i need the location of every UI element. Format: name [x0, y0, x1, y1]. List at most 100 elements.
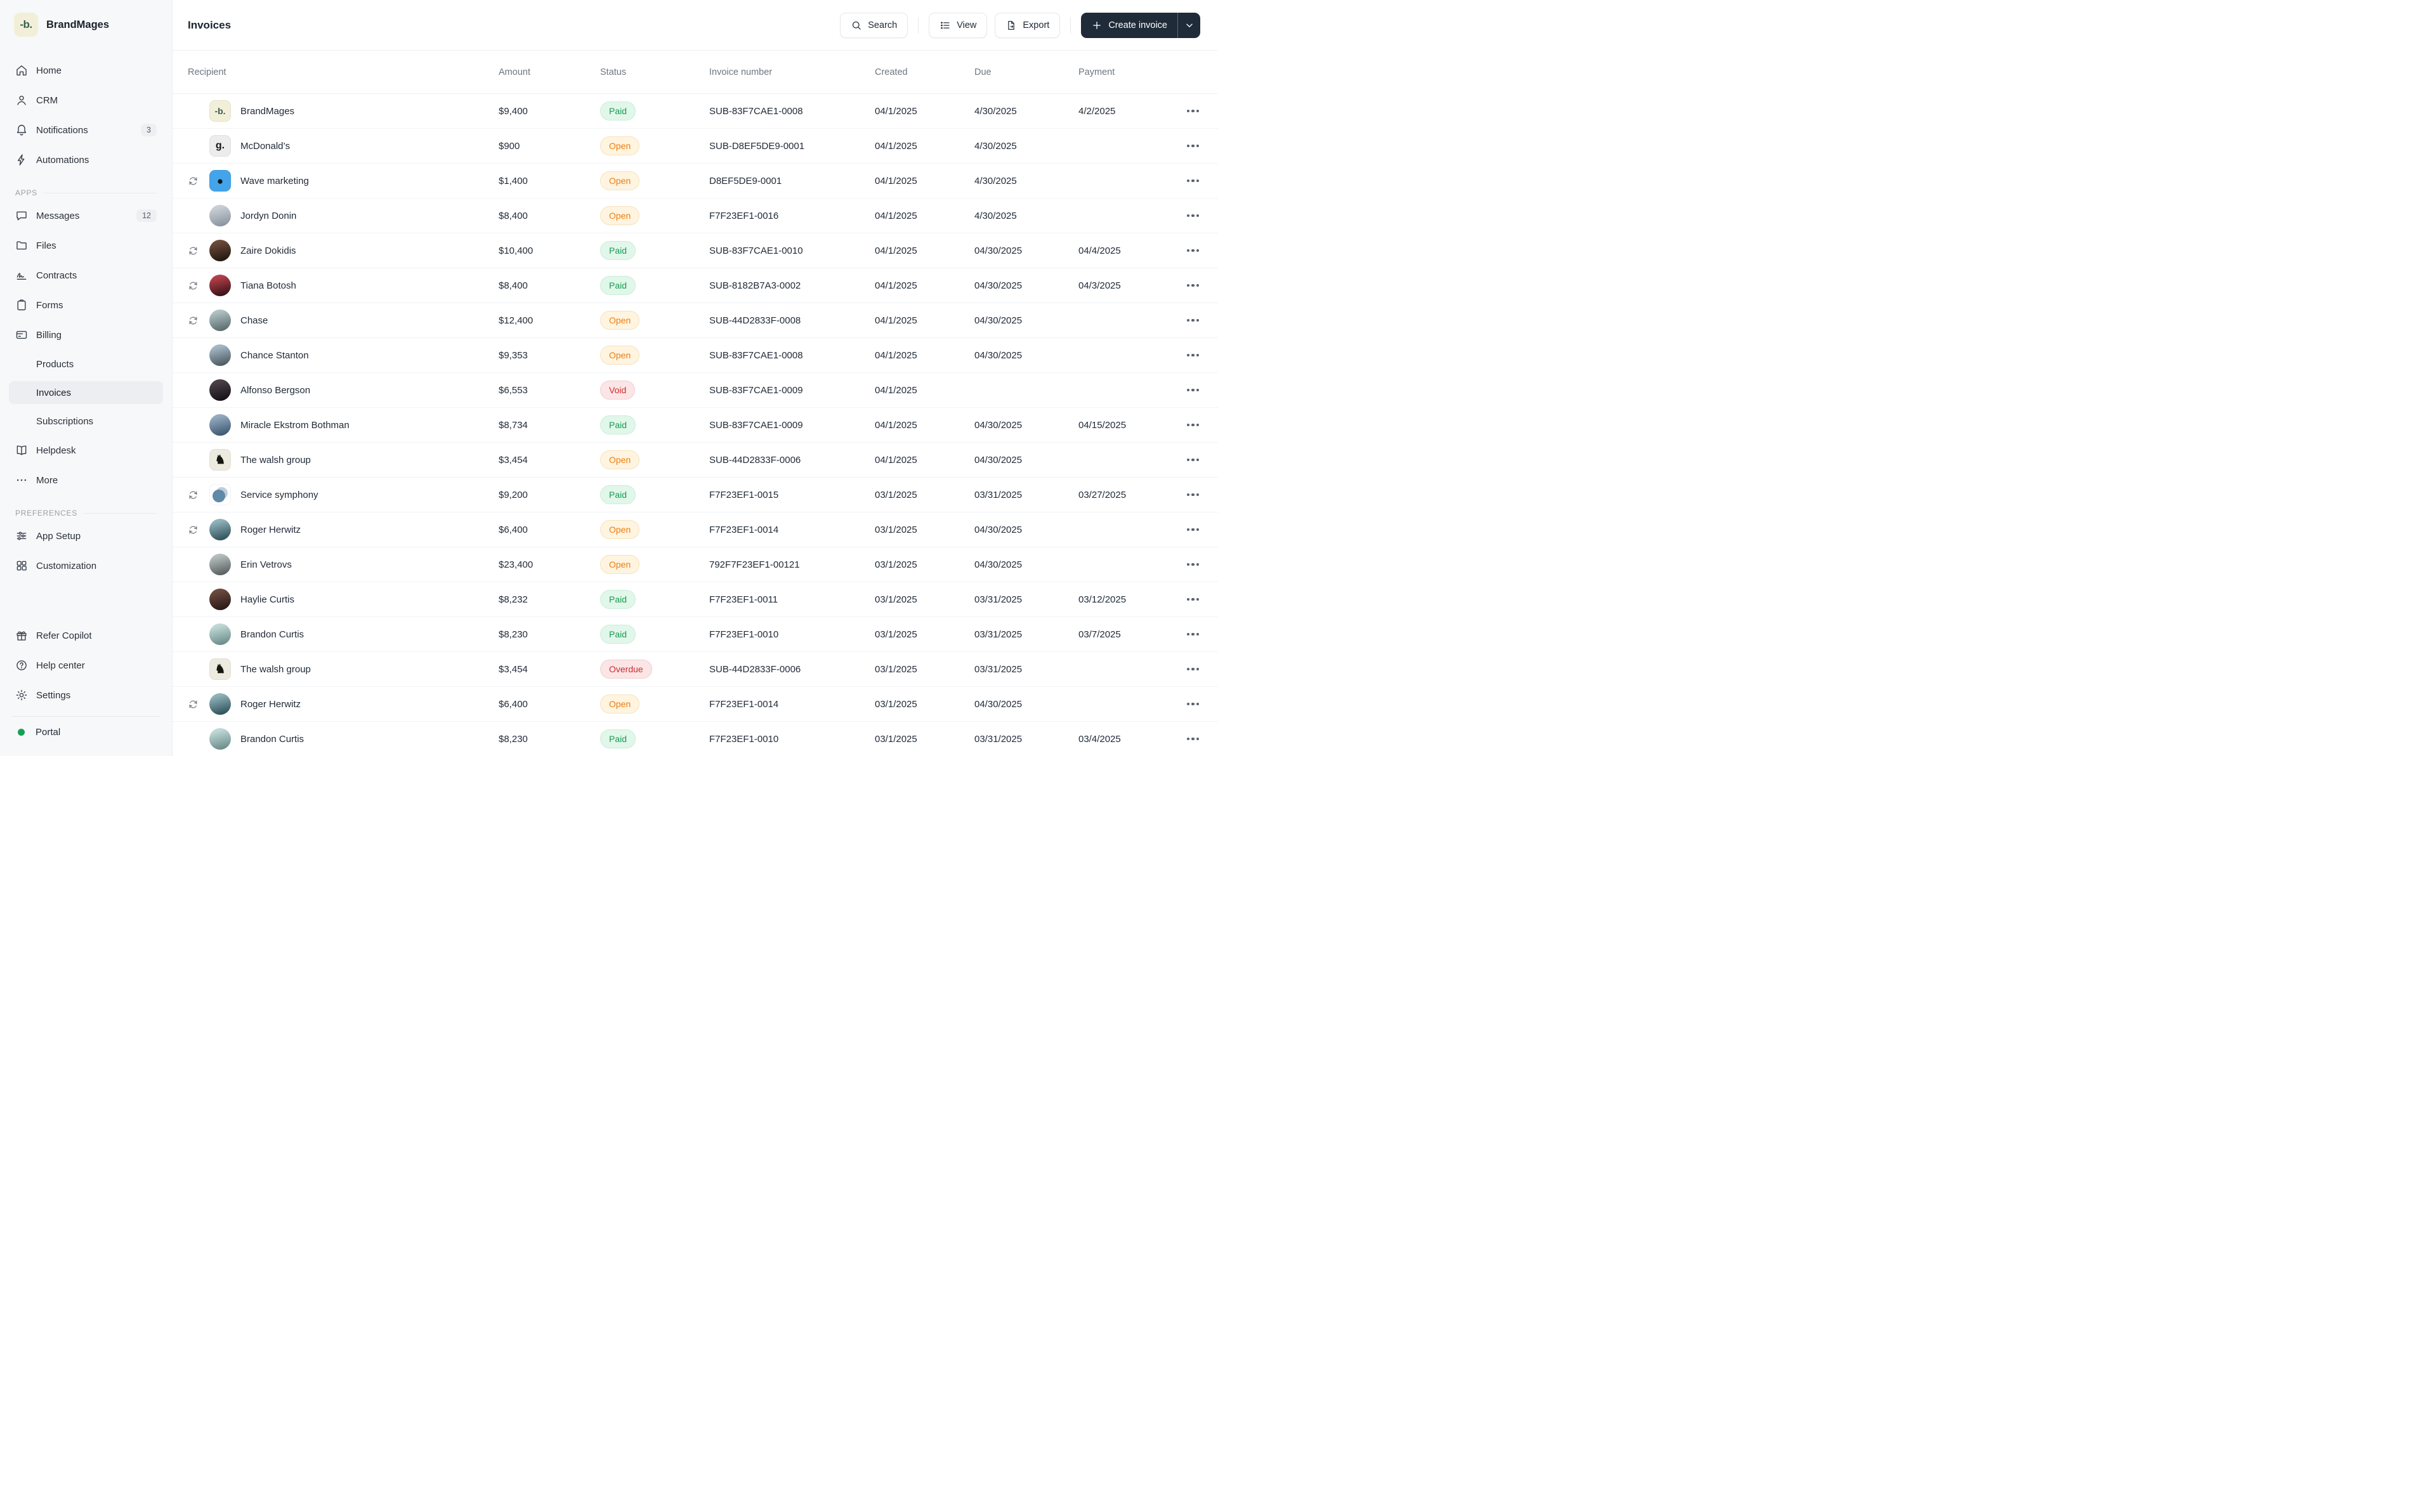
export-button[interactable]: Export — [995, 12, 1061, 38]
sidebar-item-app-setup[interactable]: App Setup — [9, 524, 163, 548]
table-row[interactable]: ♞ The walsh group $3,454 Open SUB-44D2833F-0… — [173, 443, 1218, 478]
row-menu-button[interactable] — [1186, 385, 1201, 396]
header-actions: Search View Export Create invoice — [840, 12, 1200, 38]
sidebar-item-contracts[interactable]: Contracts — [9, 263, 163, 287]
sidebar-subitem-products[interactable]: Products — [9, 353, 163, 375]
invoice-number: F7F23EF1-0016 — [709, 210, 779, 221]
actions-cell — [1186, 559, 1219, 570]
table-row[interactable]: Erin Vetrovs $23,400 Open 792F7F23EF1-00121… — [173, 547, 1218, 582]
status-cell: Open — [600, 520, 709, 539]
row-menu-button[interactable] — [1186, 141, 1201, 152]
row-menu-button[interactable] — [1186, 211, 1201, 221]
avatar — [209, 519, 231, 540]
sidebar-item-settings[interactable]: Settings — [9, 683, 163, 707]
row-menu-button[interactable] — [1186, 525, 1201, 535]
sidebar-item-notifications[interactable]: Notifications 3 — [9, 118, 163, 142]
row-menu-button[interactable] — [1186, 315, 1201, 326]
row-menu-button[interactable] — [1186, 490, 1201, 500]
table-row[interactable]: Tiana Botosh $8,400 Paid SUB-8182B7A3-0002 0… — [173, 268, 1218, 303]
table-row[interactable]: Roger Herwitz $6,400 Open F7F23EF1-0014 03/1… — [173, 512, 1218, 547]
table-row[interactable]: -b. BrandMages $9,400 Paid SUB-83F7CAE1-0008… — [173, 94, 1218, 129]
view-button[interactable]: View — [929, 12, 988, 38]
invoice-number: SUB-83F7CAE1-0008 — [709, 349, 803, 361]
app-name: BrandMages — [46, 18, 110, 30]
table-row[interactable]: Brandon Curtis $8,230 Paid F7F23EF1-0010 03/… — [173, 722, 1218, 756]
sidebar-subitem-invoices[interactable]: Invoices — [9, 381, 163, 404]
invoice-number: SUB-83F7CAE1-0010 — [709, 245, 803, 256]
sidebar-item-helpdesk[interactable]: Helpdesk — [9, 438, 163, 462]
sidebar-item-billing[interactable]: Billing — [9, 323, 163, 347]
status-badge: Paid — [600, 241, 636, 260]
actions-cell — [1186, 280, 1219, 291]
due-date: 04/30/2025 — [974, 315, 1023, 326]
sidebar-item-automations[interactable]: Automations — [9, 148, 163, 172]
table-row[interactable]: Service symphony $9,200 Paid F7F23EF1-0015 0… — [173, 478, 1218, 512]
recipient-cell: ♞ The walsh group — [173, 449, 499, 471]
row-menu-button[interactable] — [1186, 280, 1201, 291]
row-menu-button[interactable] — [1186, 455, 1201, 466]
actions-cell — [1186, 490, 1219, 500]
due-date: 04/30/2025 — [974, 454, 1023, 466]
table-row[interactable]: Chance Stanton $9,353 Open SUB-83F7CAE1-000… — [173, 338, 1218, 373]
sidebar-item-help-center[interactable]: Help center — [9, 653, 163, 677]
avatar — [209, 205, 231, 226]
row-menu-button[interactable] — [1186, 629, 1201, 640]
table-row[interactable]: Brandon Curtis $8,230 Paid F7F23EF1-0010 03/… — [173, 617, 1218, 652]
table-row[interactable]: Alfonso Bergson $6,553 Void SUB-83F7CAE1-00… — [173, 373, 1218, 408]
row-menu-button[interactable] — [1186, 699, 1201, 710]
sidebar-item-forms[interactable]: Forms — [9, 293, 163, 317]
sidebar-item-crm[interactable]: CRM — [9, 88, 163, 112]
row-menu-button[interactable] — [1186, 350, 1201, 361]
table-row[interactable]: Miracle Ekstrom Bothman $8,734 Paid SUB-83F… — [173, 408, 1218, 443]
create-invoice-dropdown-button[interactable] — [1177, 12, 1200, 38]
avatar-glyph: ♞ — [214, 453, 226, 467]
table-row[interactable]: Chase $12,400 Open SUB-44D2833F-0008 04/1/20… — [173, 303, 1218, 338]
status-cell: Paid — [600, 101, 709, 121]
table-row[interactable]: ● Wave marketing $1,400 Open D8EF5DE9-0001 04… — [173, 164, 1218, 199]
created-date: 03/1/2025 — [875, 629, 917, 640]
sidebar-item-customization[interactable]: Customization — [9, 554, 163, 578]
table-row[interactable]: Jordyn Donin $8,400 Open F7F23EF1-0016 04/1/… — [173, 199, 1218, 233]
table-row[interactable]: Roger Herwitz $6,400 Open F7F23EF1-0014 03/1… — [173, 687, 1218, 722]
row-menu-button[interactable] — [1186, 106, 1201, 117]
recurring-icon — [188, 280, 199, 291]
sidebar-item-home[interactable]: Home — [9, 58, 163, 82]
table-row[interactable]: Zaire Dokidis $10,400 Paid SUB-83F7CAE1-001… — [173, 233, 1218, 268]
plus-icon — [1091, 20, 1103, 31]
sidebar-item-portal[interactable]: Portal — [9, 718, 163, 746]
amount-value: $9,400 — [499, 105, 528, 117]
table-row[interactable]: g. McDonald’s $900 Open SUB-D8EF5DE9-0001 04/… — [173, 129, 1218, 164]
sidebar-subitem-label: Products — [36, 358, 74, 370]
row-menu-button[interactable] — [1186, 176, 1201, 186]
sidebar-item-more[interactable]: More — [9, 468, 163, 492]
sidebar-item-messages[interactable]: Messages 12 — [9, 204, 163, 228]
row-menu-button[interactable] — [1186, 734, 1201, 745]
table-row[interactable]: Haylie Curtis $8,232 Paid F7F23EF1-0011 03/1… — [173, 582, 1218, 617]
sidebar-item-refer-copilot[interactable]: Refer Copilot — [9, 623, 163, 648]
status-cell: Open — [600, 346, 709, 365]
row-menu-button[interactable] — [1186, 559, 1201, 570]
status-cell: Paid — [600, 276, 709, 295]
create-invoice-button[interactable]: Create invoice — [1081, 13, 1177, 38]
created-date: 04/1/2025 — [875, 140, 917, 152]
search-button[interactable]: Search — [840, 12, 908, 38]
status-badge: Open — [600, 555, 640, 574]
sidebar-item-files[interactable]: Files — [9, 233, 163, 257]
recipient-name: Tiana Botosh — [240, 280, 296, 291]
status-badge: Paid — [600, 415, 636, 434]
user-icon — [15, 94, 28, 107]
row-menu-button[interactable] — [1186, 594, 1201, 605]
row-menu-button[interactable] — [1186, 664, 1201, 675]
row-menu-button[interactable] — [1186, 245, 1201, 256]
list-view-icon — [940, 20, 951, 31]
recurring-icon — [188, 525, 199, 535]
sidebar-subitem-subscriptions[interactable]: Subscriptions — [9, 410, 163, 433]
amount-value: $23,400 — [499, 559, 534, 570]
amount-value: $6,553 — [499, 384, 528, 396]
row-menu-button[interactable] — [1186, 420, 1201, 431]
actions-cell — [1186, 245, 1219, 256]
table-row[interactable]: ♞ The walsh group $3,454 Overdue SUB-44D2833… — [173, 652, 1218, 687]
status-cell: Paid — [600, 415, 709, 434]
invoice-number: SUB-44D2833F-0006 — [709, 454, 801, 466]
recipient-name: Miracle Ekstrom Bothman — [240, 419, 350, 431]
